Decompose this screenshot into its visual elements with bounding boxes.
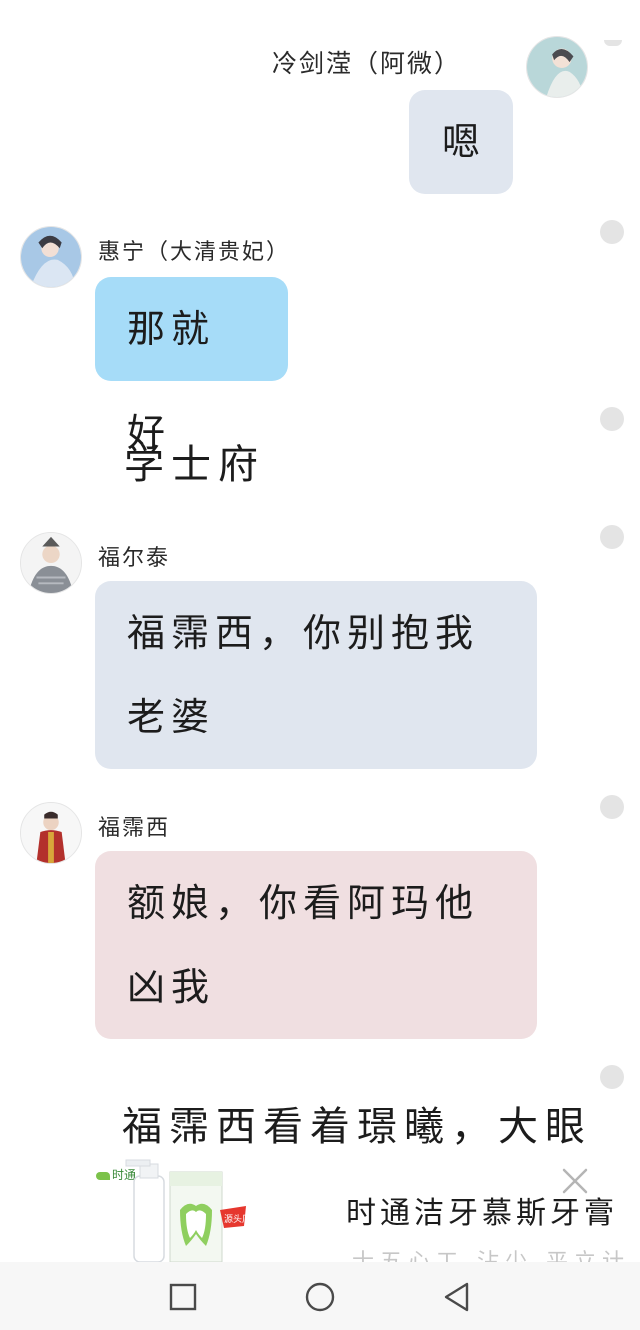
- avatar[interactable]: [526, 36, 588, 98]
- triangle-back-icon[interactable]: [440, 1280, 474, 1314]
- avatar-image: [21, 227, 81, 287]
- message-bubble[interactable]: 福霈西，你别抱我 老婆: [95, 581, 537, 769]
- avatar[interactable]: [20, 802, 82, 864]
- sender-name: 冷剑滢（阿微）: [272, 49, 462, 78]
- narration-text: 福霈西看着璟曦，大眼: [122, 1104, 592, 1150]
- message-bubble[interactable]: 那就好: [95, 277, 288, 455]
- sender-name: 福尔泰: [98, 546, 171, 571]
- message-line: 凶我: [127, 965, 216, 1009]
- system-navigation-bar: [0, 1262, 640, 1330]
- side-indicator-dot: [600, 795, 624, 819]
- avatar-image: [21, 533, 81, 593]
- close-icon[interactable]: [560, 1166, 590, 1196]
- side-indicator-dot: [600, 1065, 624, 1089]
- avatar-image: [21, 803, 81, 863]
- narration-text: 学士府: [124, 442, 265, 488]
- message-bubble[interactable]: 嗯: [409, 90, 513, 194]
- circle-home-icon[interactable]: [303, 1280, 337, 1314]
- sender-name: 福霈西: [98, 816, 171, 841]
- message-bubble[interactable]: 额娘，你看阿玛他 凶我: [95, 851, 537, 1039]
- avatar-image: [527, 37, 587, 97]
- toothpaste-product-image: [125, 1159, 246, 1262]
- sender-name: 惠宁（大清贵妃）: [98, 240, 291, 265]
- side-indicator-dot: [600, 220, 624, 244]
- square-recent-icon[interactable]: [166, 1280, 200, 1314]
- ad-subtitle: 士五心工 沾少 平立计: [352, 1244, 630, 1262]
- ad-badge: 源头厂家: [224, 1215, 261, 1225]
- message-line: 老婆: [127, 695, 216, 739]
- message-line: 福霈西，你别抱我: [127, 611, 480, 655]
- ad-banner[interactable]: 时通 源头厂家 时通洁牙慕斯牙膏 士五心工 沾少 平立计: [0, 1150, 640, 1262]
- message-line: 额娘，你看阿玛他: [127, 881, 480, 925]
- top-edge-dot: [604, 40, 622, 46]
- side-indicator-dot: [600, 407, 624, 431]
- side-indicator-dot: [600, 525, 624, 549]
- avatar[interactable]: [20, 532, 82, 594]
- avatar[interactable]: [20, 226, 82, 288]
